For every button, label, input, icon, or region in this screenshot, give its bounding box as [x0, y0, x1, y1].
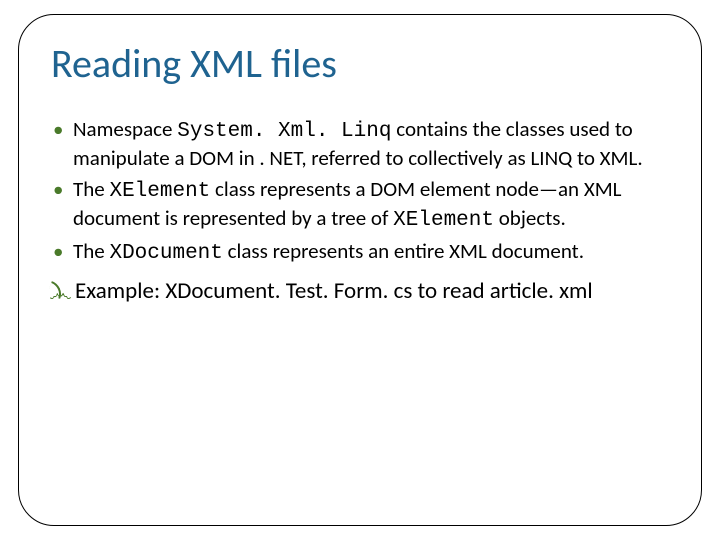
code-span: XElement [109, 180, 210, 203]
bullet-text: Namespace [73, 116, 177, 142]
example-line: ෴ Example: XDocument. Test. Form. cs to … [47, 277, 673, 306]
bullet-text: The [73, 238, 109, 264]
code-span: XElement [393, 209, 494, 232]
example-label: Example: [75, 277, 165, 305]
example-filename: XDocument. Test. Form. cs [165, 277, 412, 305]
bullet-text: The [73, 176, 109, 202]
swirl-icon: ෴ [49, 279, 72, 309]
bullet-list: Namespace System. Xml. Linq contains the… [47, 116, 673, 267]
code-span: XDocument [109, 242, 222, 265]
slide: Reading XML files Namespace System. Xml.… [0, 0, 720, 540]
example-rest: to read article. xml [412, 277, 592, 305]
bullet-item: Namespace System. Xml. Linq contains the… [47, 116, 673, 172]
slide-title: Reading XML files [51, 39, 673, 88]
code-span: System. Xml. Linq [177, 120, 391, 143]
bullet-item: The XDocument class represents an entire… [47, 238, 673, 267]
bullet-item: The XElement class represents a DOM elem… [47, 176, 673, 235]
slide-body: Namespace System. Xml. Linq contains the… [47, 116, 673, 306]
bullet-text: class represents an entire XML document. [223, 238, 584, 264]
slide-frame: Reading XML files Namespace System. Xml.… [18, 14, 702, 526]
bullet-text: objects. [494, 205, 566, 231]
